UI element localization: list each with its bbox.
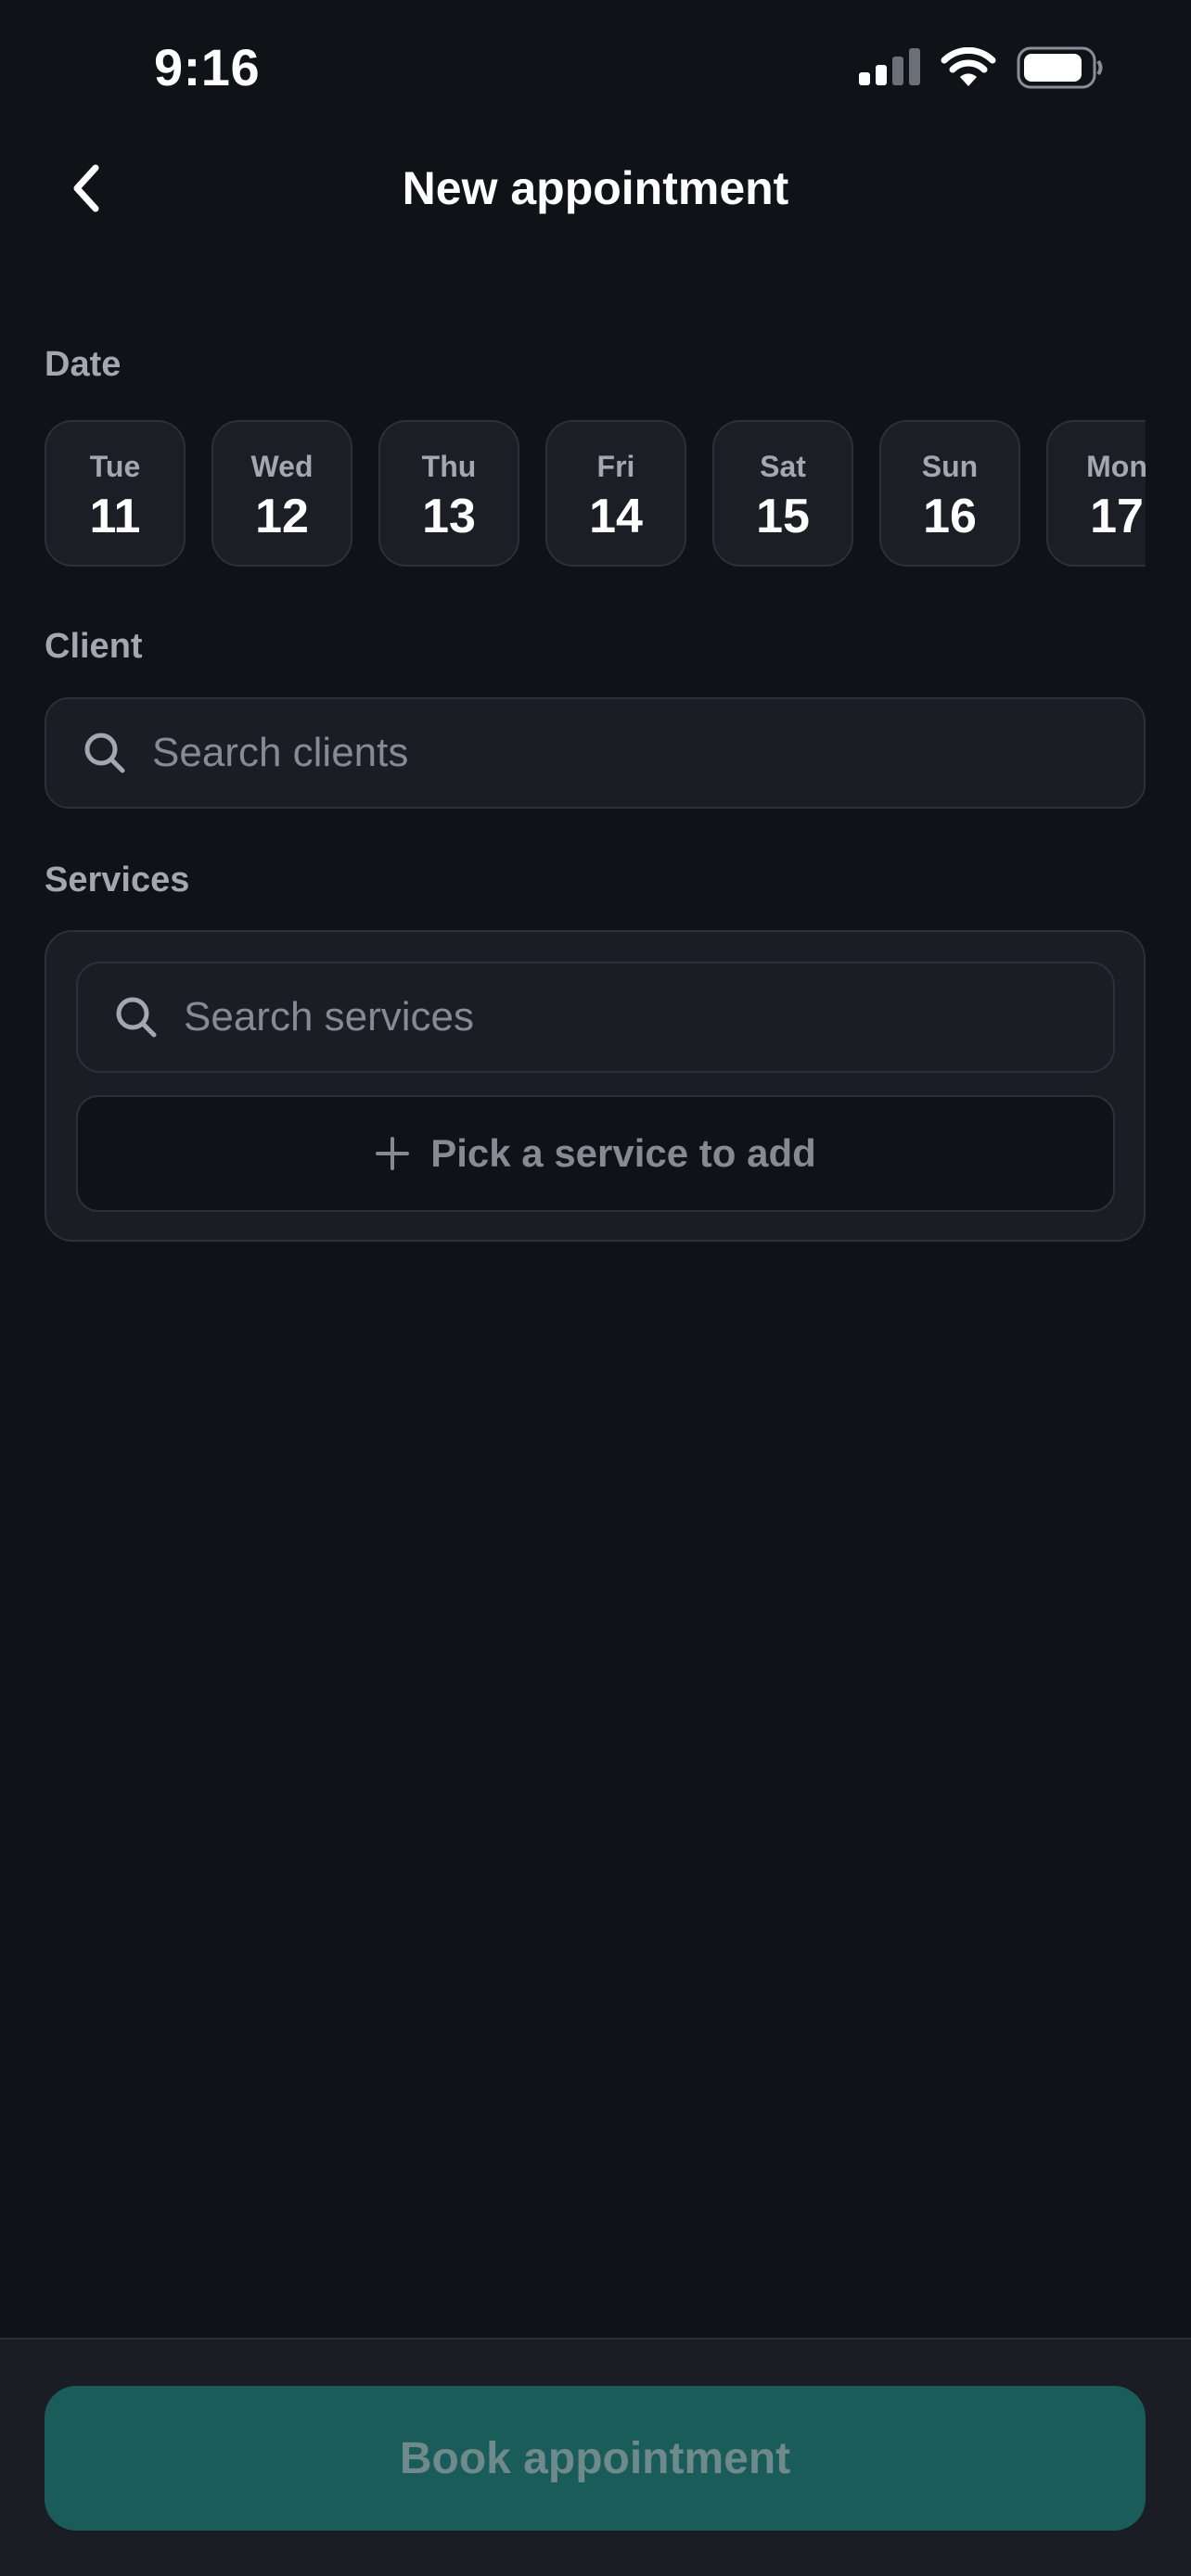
date-chip-mon-17[interactable]: Mon 17 (1046, 420, 1146, 567)
book-appointment-button[interactable]: Book appointment (45, 2386, 1146, 2531)
search-icon (83, 732, 126, 774)
date-section-label: Date (45, 345, 122, 384)
client-section-label: Client (45, 627, 143, 666)
date-chip-sun-16[interactable]: Sun 16 (879, 420, 1020, 567)
date-chip-weekday: Thu (421, 450, 477, 483)
pick-service-label: Pick a service to add (430, 1131, 816, 1175)
date-chip-day-number: 11 (89, 490, 141, 543)
date-chip-day-number: 13 (422, 490, 476, 543)
date-chip-sat-15[interactable]: Sat 15 (712, 420, 853, 567)
date-chip-day-number: 15 (756, 490, 810, 543)
services-card: Search services Pick a service to add (45, 930, 1146, 1242)
wifi-icon (941, 46, 996, 93)
date-chip-day-number: 12 (255, 490, 309, 543)
footer-bar: Book appointment (0, 2338, 1191, 2576)
client-search-placeholder: Search clients (152, 730, 409, 775)
service-search-placeholder: Search services (184, 994, 475, 1039)
search-icon (115, 996, 158, 1039)
date-chip-wed-12[interactable]: Wed 12 (211, 420, 352, 567)
pick-service-button[interactable]: Pick a service to add (76, 1095, 1115, 1212)
date-chip-weekday: Sun (921, 450, 979, 483)
plus-icon (375, 1136, 410, 1171)
date-chip-weekday: Wed (250, 450, 314, 483)
status-icons (857, 46, 1104, 94)
date-picker-strip[interactable]: Tue 11 Wed 12 Thu 13 Fri 14 Sat 15 Sun 1… (45, 420, 1146, 570)
status-bar: 9:16 (0, 0, 1191, 139)
client-search-input[interactable]: Search clients (45, 697, 1146, 809)
date-chip-day-number: 16 (923, 490, 977, 543)
date-chip-day-number: 17 (1090, 490, 1144, 543)
date-chip-day-number: 14 (589, 490, 643, 543)
status-time: 9:16 (154, 38, 261, 96)
service-search-input[interactable]: Search services (76, 962, 1115, 1073)
date-chip-weekday: Sat (760, 450, 806, 483)
page-title: New appointment (402, 162, 789, 214)
date-chip-tue-11[interactable]: Tue 11 (45, 420, 186, 567)
nav-bar: New appointment (0, 139, 1191, 241)
date-chip-thu-13[interactable]: Thu 13 (378, 420, 519, 567)
cellular-signal-icon (857, 48, 920, 92)
battery-icon (1017, 46, 1104, 94)
services-section-label: Services (45, 861, 190, 899)
date-chip-fri-14[interactable]: Fri 14 (545, 420, 686, 567)
date-chip-weekday: Mon (1086, 450, 1146, 483)
date-chip-weekday: Fri (596, 450, 635, 483)
date-chip-weekday: Tue (89, 450, 141, 483)
book-appointment-label: Book appointment (399, 2433, 791, 2483)
